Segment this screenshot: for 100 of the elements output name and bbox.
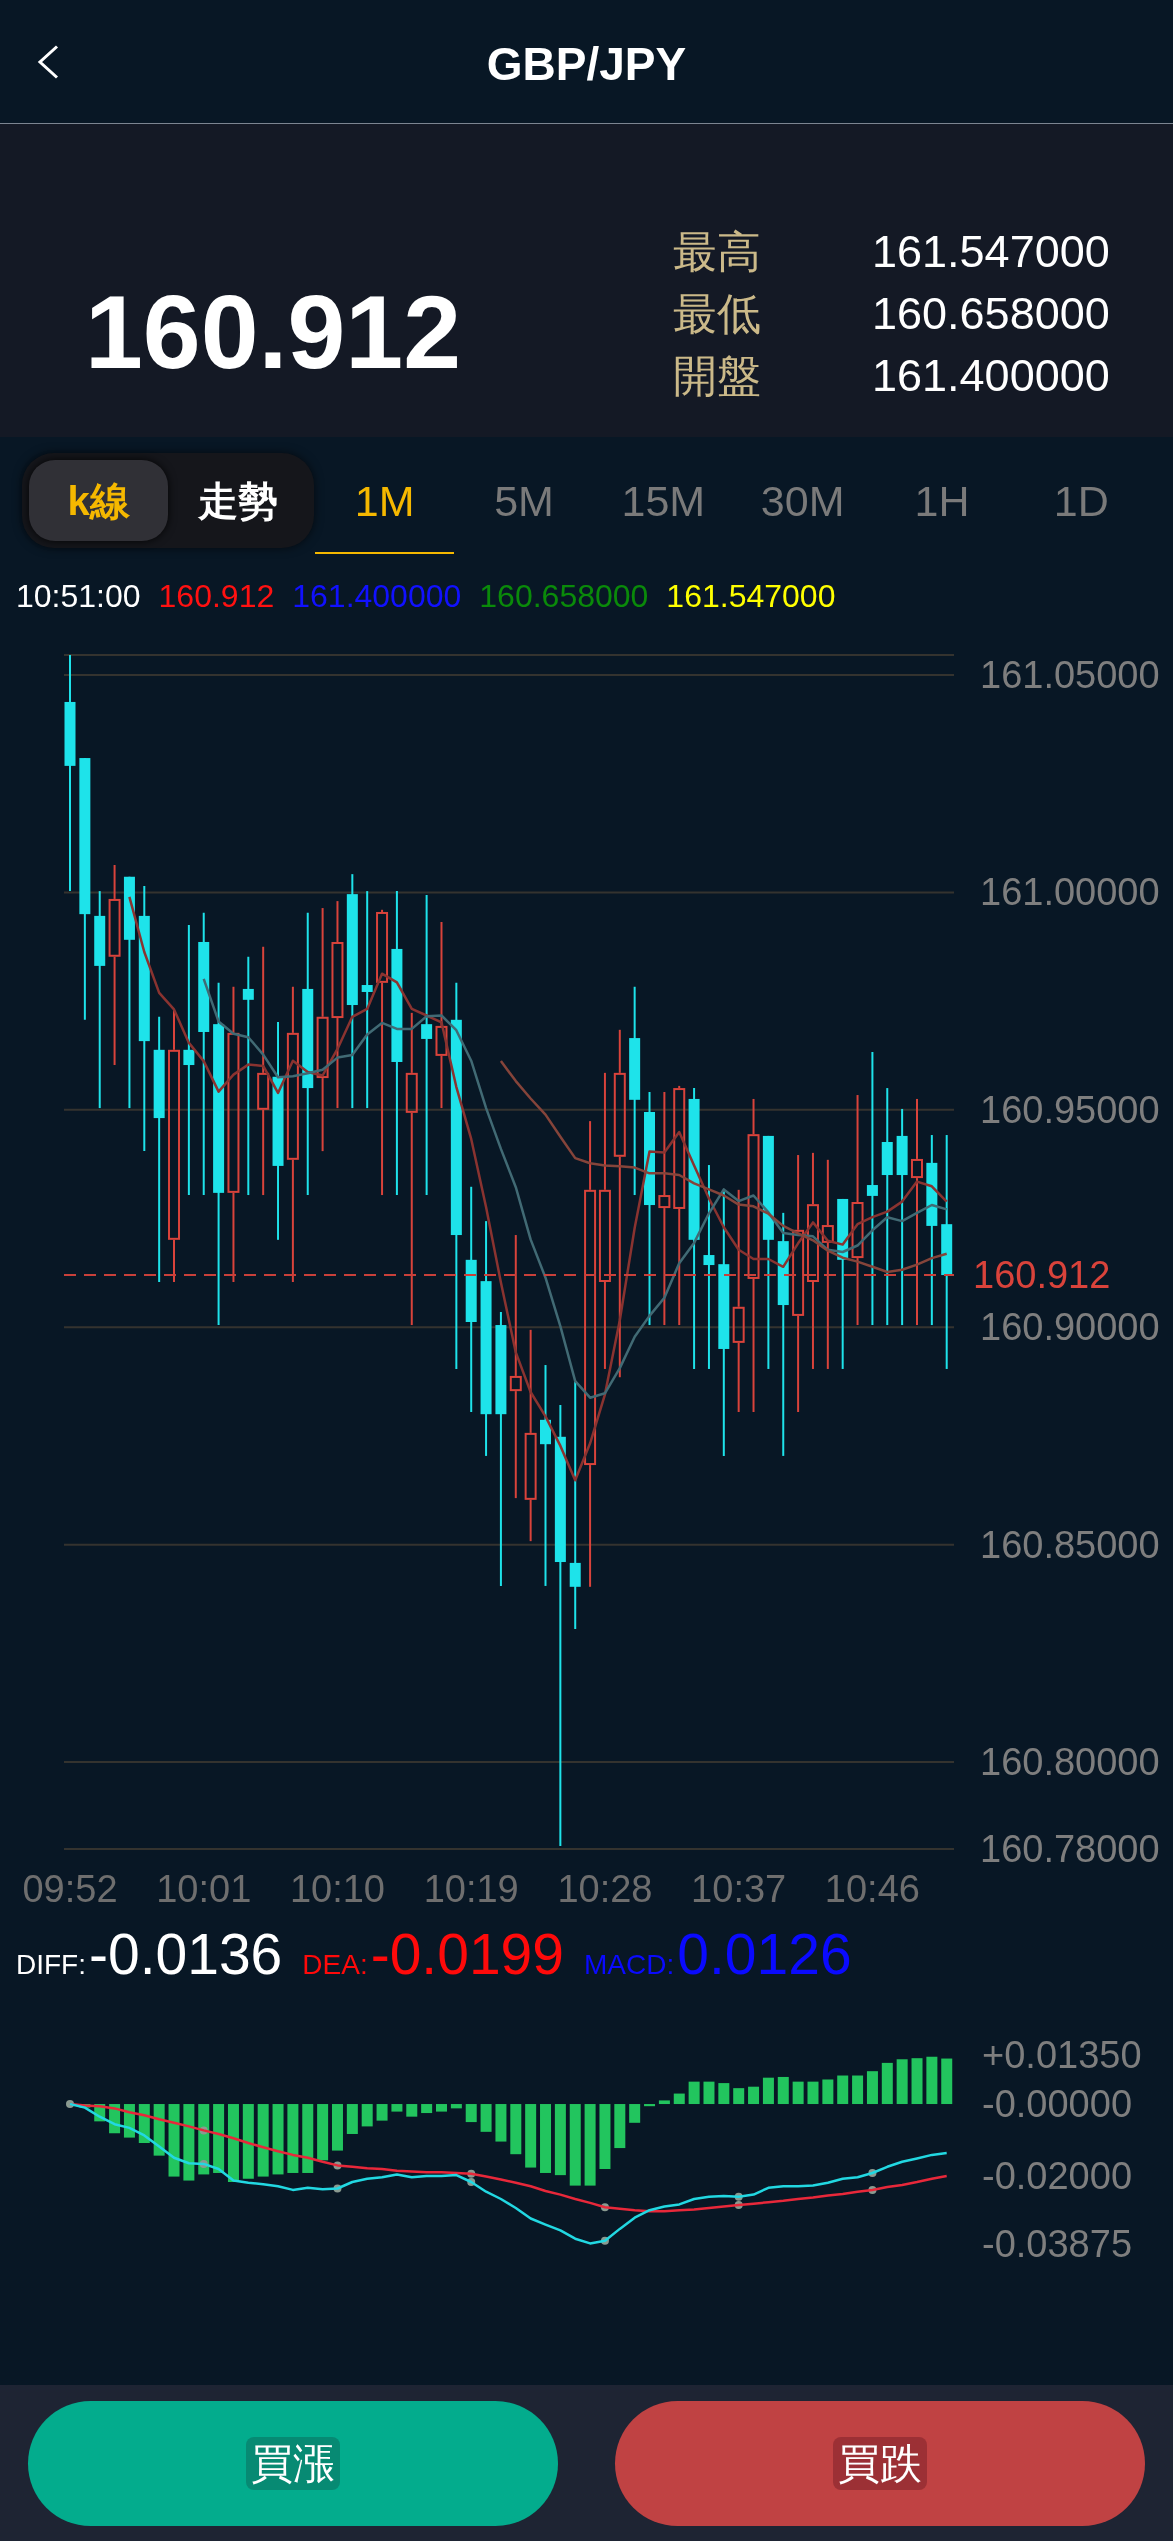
histogram-bar: [777, 2076, 789, 2105]
histogram-bar: [346, 2104, 358, 2134]
histogram-bar: [317, 2104, 329, 2161]
histogram-bar: [391, 2104, 403, 2112]
interval-tab[interactable]: 1M: [315, 445, 455, 554]
y-axis-label: 160.78000: [980, 1828, 1160, 1870]
histogram-bar: [495, 2104, 507, 2142]
histogram-bar: [673, 2093, 685, 2105]
interval-tab[interactable]: 1H: [872, 445, 1012, 554]
histogram-bar: [153, 2104, 165, 2156]
x-axis-label: 10:01: [156, 1868, 252, 1910]
histogram-bar: [450, 2104, 462, 2109]
histogram-bar: [644, 2104, 656, 2107]
histogram-bar: [406, 2104, 418, 2117]
x-axis-label: 10:10: [289, 1868, 385, 1910]
buy-down-button[interactable]: 買跌: [615, 2400, 1145, 2526]
histogram-bar: [510, 2104, 522, 2155]
x-axis-label: 10:19: [423, 1868, 519, 1910]
interval-tab[interactable]: 1D: [1011, 445, 1151, 554]
histogram-bar: [361, 2104, 373, 2127]
histogram-bar: [525, 2104, 537, 2168]
stat-label: 開盤: [673, 349, 762, 402]
x-axis-label: 10:28: [557, 1868, 653, 1910]
chart-mode-tab[interactable]: k線: [29, 460, 168, 541]
legend-value: 160.658000: [479, 580, 649, 612]
histogram-bar: [94, 2104, 106, 2122]
histogram-bar: [629, 2104, 641, 2123]
histogram-bar: [941, 2058, 953, 2105]
histogram-bar: [109, 2104, 121, 2134]
histogram-bar: [658, 2100, 670, 2105]
y-axis-label: 160.90000: [980, 1306, 1160, 1349]
histogram-bar: [881, 2062, 893, 2105]
histogram-bar: [792, 2081, 804, 2105]
y-axis-label: -0.02000: [982, 2155, 1132, 2198]
histogram-bar: [480, 2104, 492, 2132]
histogram-bar: [540, 2104, 551, 2173]
y-axis-label: 160.85000: [980, 1523, 1160, 1566]
histogram-bar: [436, 2104, 447, 2112]
interval-tab[interactable]: 30M: [733, 445, 873, 554]
histogram-bar: [138, 2104, 150, 2143]
histogram-bar: [123, 2104, 135, 2138]
last-price-label: 160.912: [973, 1254, 1111, 1297]
histogram-bar: [733, 2088, 745, 2105]
histogram-bar: [703, 2081, 715, 2105]
y-axis-label: 161.00000: [980, 871, 1160, 914]
y-axis-label: -0.03875: [982, 2222, 1132, 2265]
indicator-label: MACD:: [584, 1950, 675, 1979]
back-icon: [37, 44, 59, 79]
x-axis-label: 10:46: [824, 1868, 920, 1910]
y-axis-label: 160.80000: [980, 1741, 1160, 1784]
last-price: 160.912: [85, 279, 461, 384]
histogram-bar: [287, 2104, 299, 2173]
histogram-bar: [614, 2104, 626, 2149]
histogram-bar: [376, 2104, 388, 2121]
histogram-bar: [302, 2104, 314, 2173]
stat-label: 最高: [673, 225, 762, 278]
histogram-bar: [599, 2104, 611, 2169]
histogram-bar: [198, 2104, 210, 2175]
y-axis-label: -0.00000: [982, 2083, 1132, 2126]
histogram-bar: [807, 2081, 819, 2105]
buy-up-button[interactable]: 買漲: [28, 2400, 558, 2526]
histogram-bar: [911, 2058, 923, 2105]
legend-value: 161.547000: [666, 580, 836, 612]
histogram-bar: [272, 2104, 284, 2175]
interval-tab[interactable]: 5M: [454, 445, 594, 554]
chart-mode-tab[interactable]: 走勢: [168, 460, 307, 541]
histogram-bar: [852, 2075, 864, 2105]
y-axis-label: 160.95000: [980, 1088, 1160, 1131]
x-axis-label: 09:52: [22, 1868, 118, 1910]
histogram-bar: [837, 2075, 849, 2105]
indicator-value: -0.0136: [89, 1925, 283, 1983]
page-title: GBP/JPY: [486, 36, 687, 87]
interval-tab[interactable]: 15M: [593, 445, 733, 554]
histogram-bar: [332, 2104, 343, 2151]
legend-value: 160.912: [158, 580, 275, 612]
histogram-bar: [822, 2079, 834, 2105]
histogram-bar: [688, 2081, 700, 2105]
indicator-value: 0.0126: [677, 1925, 852, 1983]
legend-value: 10:51:00: [16, 580, 141, 612]
histogram-bar: [866, 2071, 878, 2105]
x-axis-label: 10:37: [691, 1868, 787, 1910]
histogram-bar: [554, 2104, 566, 2176]
stat-value: 161.547000: [872, 224, 1110, 279]
stat-label: 最低: [673, 287, 762, 340]
stat-value: 161.400000: [872, 348, 1110, 403]
histogram-bar: [718, 2083, 730, 2105]
stat-value: 160.658000: [872, 286, 1110, 341]
histogram-bar: [762, 2077, 774, 2105]
indicator-value: -0.0199: [370, 1925, 564, 1983]
histogram-bar: [465, 2104, 477, 2123]
y-axis-label: 161.05000: [980, 654, 1160, 696]
legend-value: 161.400000: [292, 580, 462, 612]
indicator-label: DIFF:: [16, 1950, 86, 1979]
histogram-bar: [896, 2059, 908, 2105]
histogram-bar: [213, 2104, 225, 2173]
indicator-label: DEA:: [302, 1950, 368, 1979]
histogram-bar: [926, 2056, 938, 2105]
histogram-bar: [421, 2104, 433, 2114]
y-axis-label: +0.01350: [982, 2034, 1142, 2077]
histogram-bar: [748, 2086, 760, 2105]
